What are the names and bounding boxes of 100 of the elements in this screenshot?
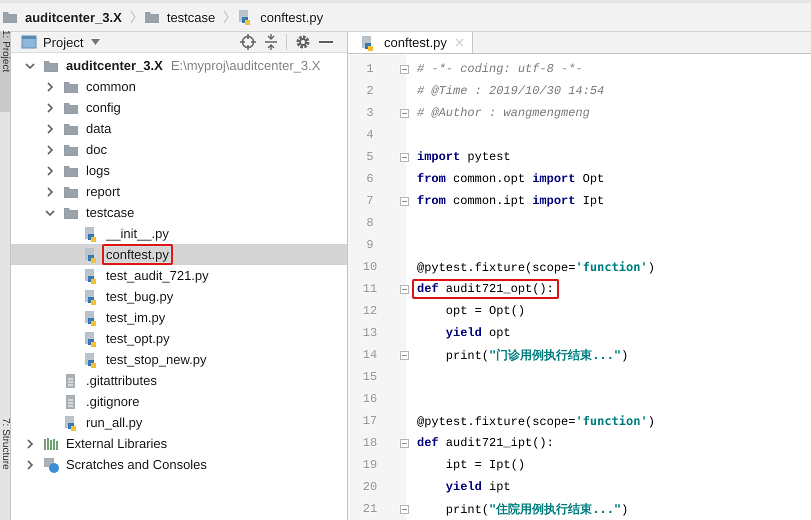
python-file-icon [83,268,99,284]
tree-row[interactable]: data [11,118,347,139]
python-file-icon [83,330,99,346]
target-icon[interactable] [240,34,256,50]
tree-item-label: run_all.py [85,414,144,432]
python-file-icon [360,34,376,50]
fold-marker-icon[interactable] [400,284,409,294]
tree-item-label: Scratches and Consoles [65,456,208,474]
line-number: 4 [365,128,375,142]
tree-row[interactable]: common [11,76,347,97]
tree-row[interactable]: test_bug.py [11,286,347,307]
folder-icon [63,164,79,178]
tree-item-label: test_bug.py [105,288,174,306]
line-number: 1 [365,62,375,76]
collapse-icon[interactable] [264,34,278,50]
tree-item-label: data [85,120,112,138]
tree-row[interactable]: .gitignore [11,391,347,412]
code-line: # @Time : 2019/10/30 14:54 [416,83,606,100]
tree-row[interactable]: config [11,97,347,118]
tree-row[interactable]: doc [11,139,347,160]
line-number: 2 [365,84,375,98]
folder-icon [63,100,79,114]
settings-icon[interactable] [295,34,311,50]
line-number: 17 [362,414,378,428]
fold-marker-icon[interactable] [400,504,409,514]
tree-row[interactable]: test_audit_721.py [11,265,347,286]
folder-icon [2,10,18,24]
chevron-icon [223,10,230,24]
line-number: 20 [362,480,378,494]
folder-icon [63,206,79,220]
tree-item-label: auditcenter_3.X [65,57,164,75]
line-number: 9 [365,238,375,252]
tree-item-label: doc [85,141,108,159]
fold-marker-icon[interactable] [400,108,409,118]
tree-row[interactable]: conftest.py [11,244,347,265]
scratches-icon [43,456,59,472]
tree-item-label: testcase [85,204,136,222]
tree-row[interactable]: logs [11,160,347,181]
code-line: # @Author : wangmengmeng [416,105,591,122]
tree-row[interactable]: testcase [11,202,347,223]
line-number: 6 [365,172,375,186]
tree-row[interactable]: __init__.py [11,223,347,244]
fold-marker-icon[interactable] [400,64,409,74]
tree-item-label: .gitignore [85,393,140,411]
side-tool-tab[interactable]: 7: Structure [0,418,11,498]
tree-item-label: External Libraries [65,435,168,453]
code-line: import pytest [416,149,512,166]
tree-item-label: test_audit_721.py [105,267,210,285]
line-number: 8 [365,216,375,230]
python-file-icon [83,226,99,242]
breadcrumb-item[interactable]: conftest.py [260,10,324,24]
line-number: 11 [362,282,378,296]
side-tool-tab[interactable]: 1: Project [0,30,11,110]
tree-item-label: conftest.py [102,244,173,265]
folder-icon [144,10,160,24]
folder-icon [43,58,59,72]
window-icon [21,35,37,49]
minimize-icon[interactable] [319,40,333,44]
line-number: 10 [362,260,378,274]
panel-title[interactable]: Project [43,34,84,50]
caret-icon[interactable] [91,39,100,45]
line-number: 15 [362,370,378,384]
tree-item-label: config [85,99,122,117]
tree-item-label: .gitattributes [85,372,158,390]
fold-marker-icon[interactable] [400,350,409,360]
code-line: from common.ipt import Ipt [416,193,606,210]
line-number: 3 [365,106,375,120]
python-file-icon [83,352,99,368]
fold-marker-icon[interactable] [400,438,409,448]
code-line: from common.opt import Opt [416,171,606,188]
tree-row[interactable]: .gitattributes [11,370,347,391]
folder-icon [63,184,79,198]
tree-item-label: report [85,183,121,201]
code-line: print("住院用例执行结束...") [444,500,630,518]
python-file-icon [63,414,79,430]
tree-row[interactable]: test_opt.py [11,328,347,349]
tree-row[interactable]: Scratches and Consoles [11,454,347,475]
tree-row[interactable]: report [11,181,347,202]
tree-item-label: test_stop_new.py [105,351,208,369]
fold-marker-icon[interactable] [400,152,409,162]
python-file-icon [83,246,99,262]
fold-marker-icon[interactable] [400,196,409,206]
tree-row[interactable]: test_im.py [11,307,347,328]
python-file-icon [83,288,99,304]
library-icon [43,436,59,450]
breadcrumb-item[interactable]: auditcenter_3.X [25,10,122,24]
tree-row[interactable]: auditcenter_3.X E:\myproj\auditcenter_3.X [11,55,347,76]
line-number: 5 [365,150,375,164]
editor-tab[interactable]: conftest.py [348,32,473,53]
tree-row[interactable]: test_stop_new.py [11,349,347,370]
line-number: 13 [362,326,378,340]
tree-row[interactable]: External Libraries [11,433,347,454]
code-line: yield opt [444,325,512,342]
code-line: print("门诊用例执行结束...") [444,346,630,364]
breadcrumb-item[interactable]: testcase [166,10,216,24]
tree-item-label: test_im.py [105,309,166,327]
code-line: def audit721_ipt(): [416,435,555,452]
tree-row[interactable]: run_all.py [11,412,347,433]
code-line: @pytest.fixture(scope='function') [416,412,656,430]
code-line: opt = Opt() [444,303,526,320]
